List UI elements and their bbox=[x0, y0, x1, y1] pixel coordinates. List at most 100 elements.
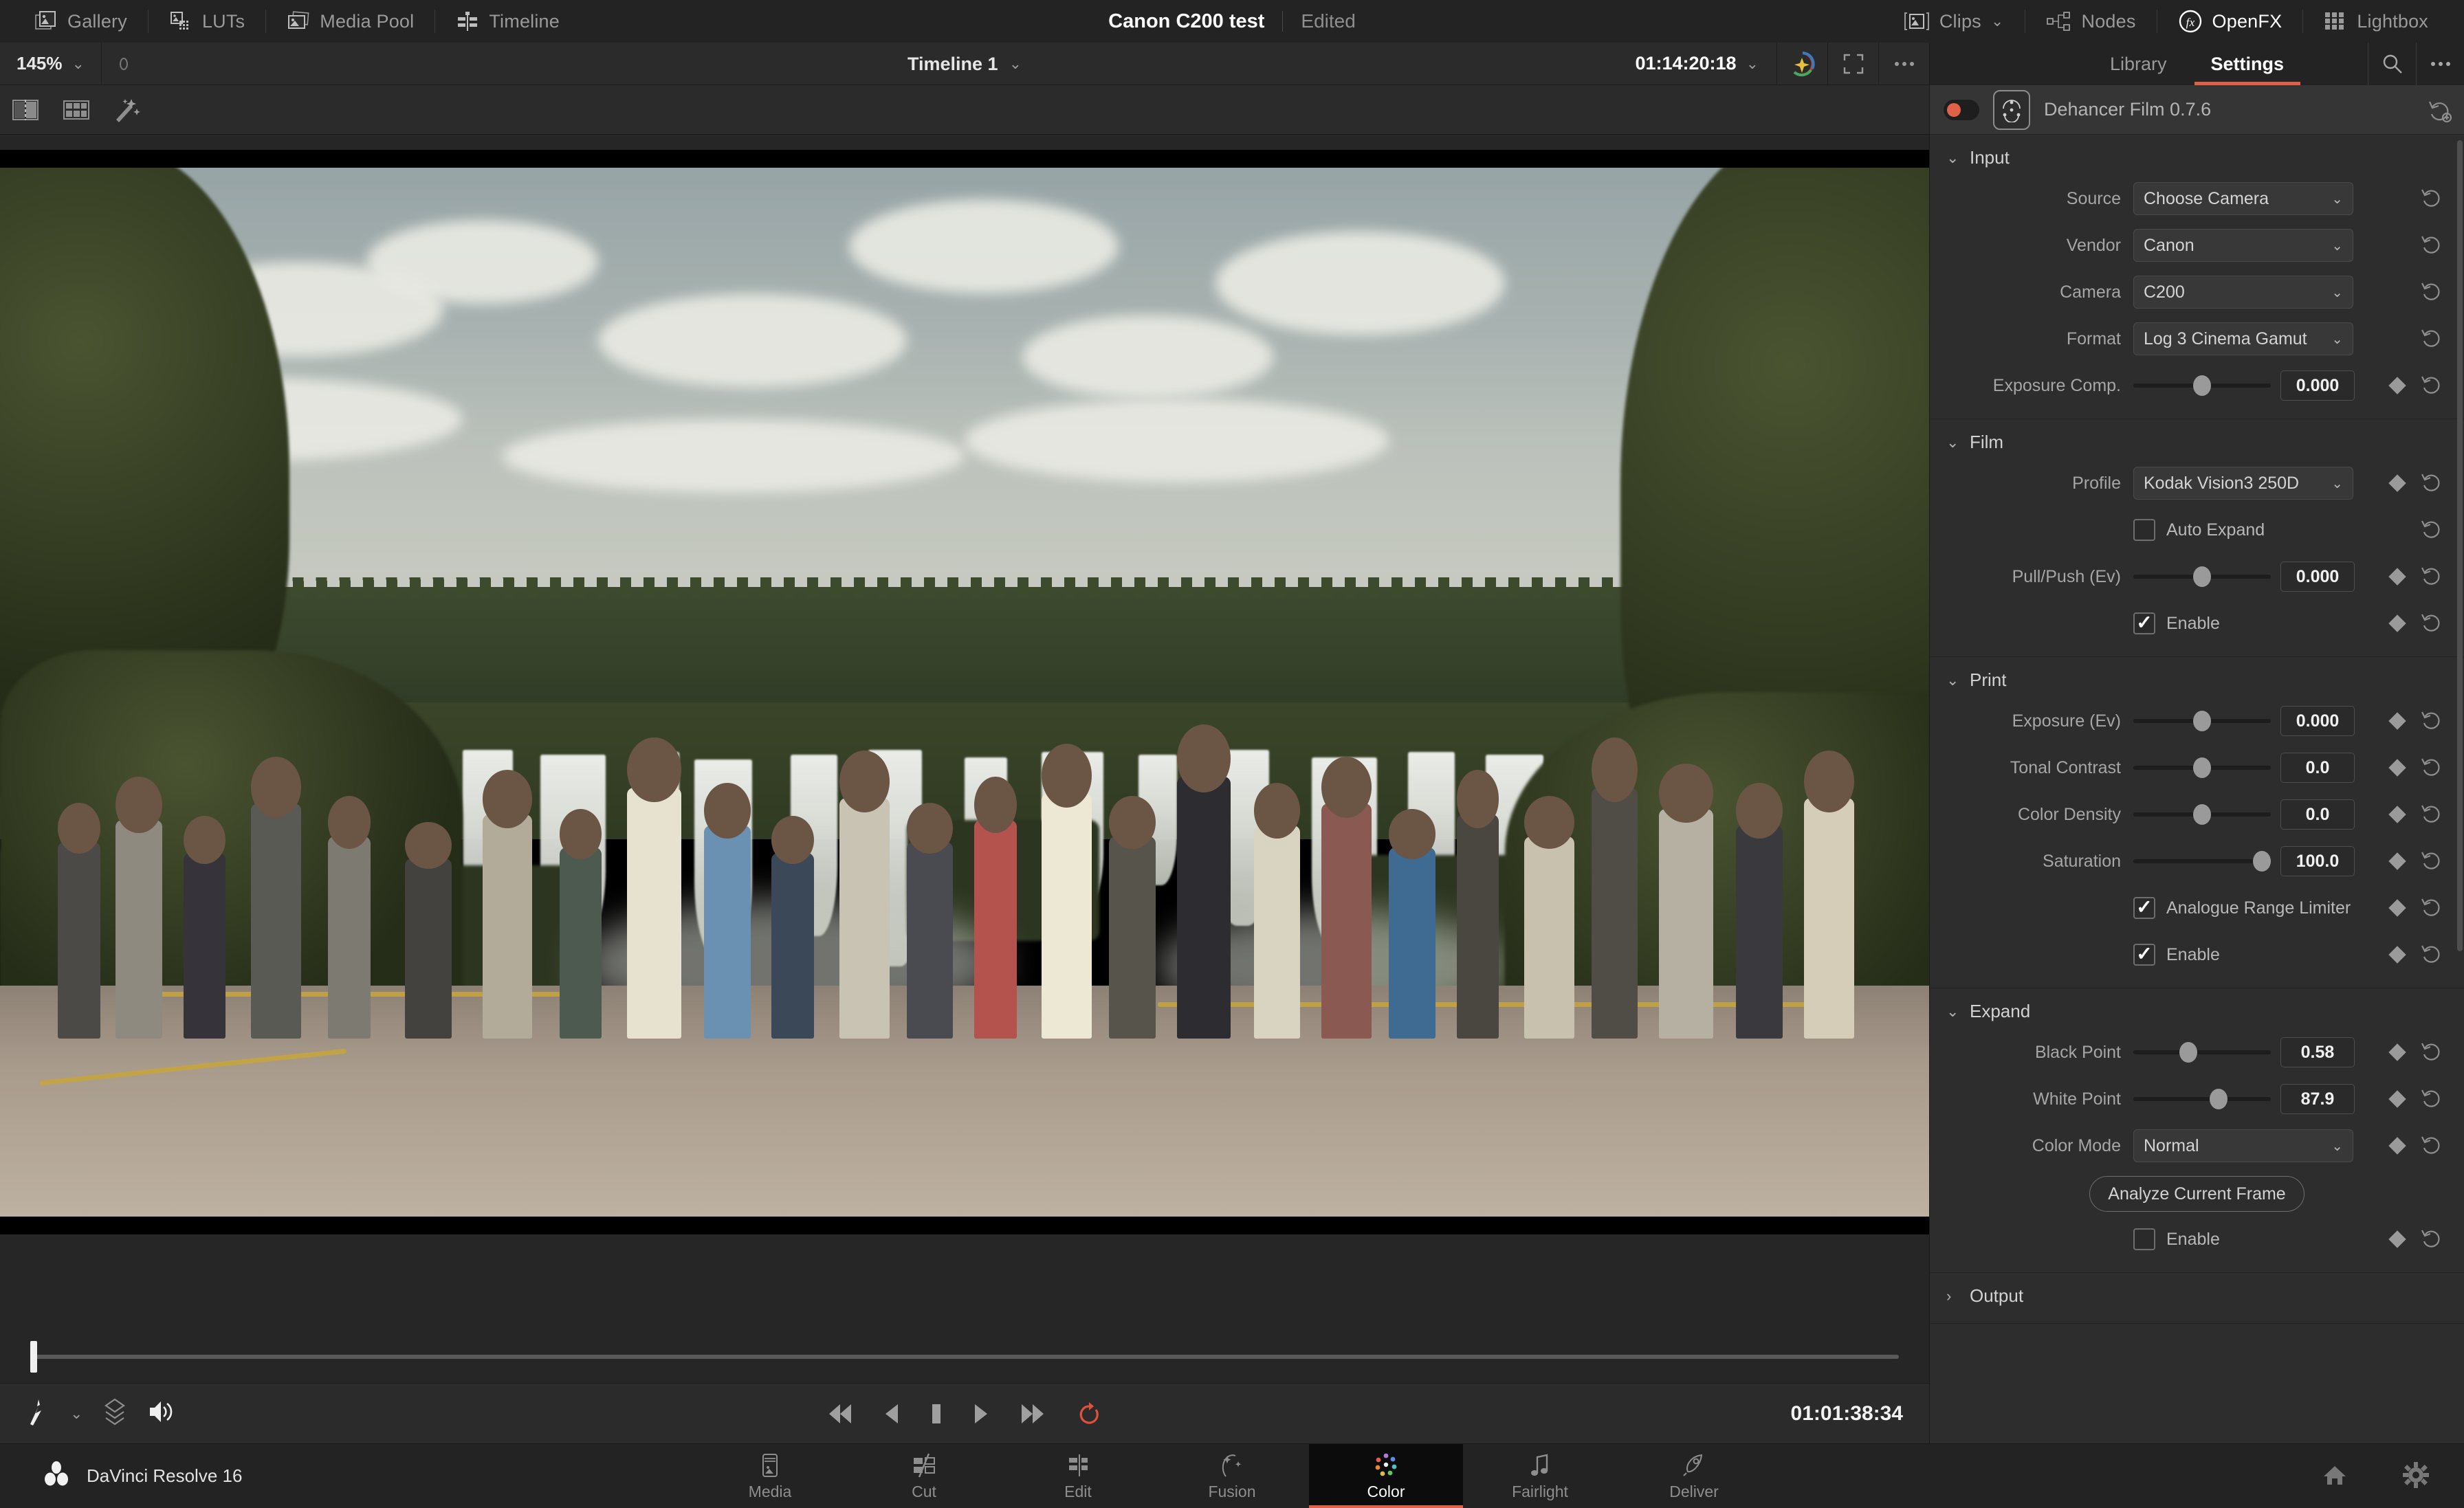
reset-all-icon[interactable] bbox=[2427, 98, 2452, 122]
keyframe-icon[interactable] bbox=[2388, 899, 2406, 917]
exposure-ev-slider[interactable] bbox=[2133, 705, 2271, 738]
reset-icon[interactable] bbox=[2420, 1134, 2443, 1157]
reset-icon[interactable] bbox=[2420, 374, 2443, 397]
expand-enable-checkbox[interactable] bbox=[2133, 1228, 2155, 1250]
reset-icon[interactable] bbox=[2420, 1228, 2443, 1251]
keyframe-icon[interactable] bbox=[2388, 377, 2406, 395]
analogue-range-limiter-checkbox[interactable] bbox=[2133, 897, 2155, 919]
section-header-film[interactable]: ⌄ Film bbox=[1930, 419, 2464, 460]
play-forward-button[interactable] bbox=[972, 1402, 990, 1426]
section-header-output[interactable]: › Output bbox=[1930, 1273, 2464, 1313]
color-density-value[interactable]: 0.0 bbox=[2280, 799, 2355, 830]
exposure-comp-value[interactable]: 0.000 bbox=[2280, 370, 2355, 401]
tonal-contrast-value[interactable]: 0.0 bbox=[2280, 753, 2355, 783]
reset-icon[interactable] bbox=[2420, 803, 2443, 826]
slider-knob[interactable] bbox=[2193, 375, 2211, 396]
keyframe-icon[interactable] bbox=[2388, 759, 2406, 777]
toolbar-item-timeline[interactable]: Timeline bbox=[435, 0, 580, 43]
grid-view-icon[interactable] bbox=[51, 85, 102, 135]
exposure-ev-value[interactable]: 0.000 bbox=[2280, 706, 2355, 736]
reset-icon[interactable] bbox=[2420, 709, 2443, 733]
keyframe-icon[interactable] bbox=[2388, 946, 2406, 964]
enhance-wand-icon[interactable] bbox=[102, 85, 153, 135]
auto-expand-checkbox[interactable] bbox=[2133, 519, 2155, 541]
fullscreen-icon[interactable] bbox=[1827, 42, 1878, 85]
loop-button[interactable] bbox=[1075, 1400, 1103, 1428]
keyframe-icon[interactable] bbox=[2388, 614, 2406, 632]
inspector-scroll-area[interactable]: ⌄ Input Source Choose Camera ⌄ Vendor Ca… bbox=[1930, 135, 2464, 1443]
tab-settings[interactable]: Settings bbox=[2189, 43, 2307, 85]
format-dropdown[interactable]: Log 3 Cinema Gamut ⌄ bbox=[2133, 322, 2353, 355]
playhead-handle[interactable] bbox=[30, 1341, 37, 1373]
more-options-icon[interactable] bbox=[2416, 43, 2464, 85]
inspector-scrollbar-thumb[interactable] bbox=[2457, 140, 2463, 951]
tab-library[interactable]: Library bbox=[2088, 43, 2189, 85]
toolbar-item-gallery[interactable]: Gallery bbox=[14, 0, 148, 43]
saturation-slider[interactable] bbox=[2133, 845, 2271, 878]
page-tab-cut[interactable]: Cut bbox=[847, 1444, 1001, 1508]
keyframe-icon[interactable] bbox=[2388, 712, 2406, 730]
slider-knob[interactable] bbox=[2193, 711, 2211, 731]
home-icon[interactable] bbox=[2321, 1462, 2348, 1492]
saturation-value[interactable]: 100.0 bbox=[2280, 846, 2355, 876]
source-timecode-display[interactable]: 01:14:20:18 ⌄ bbox=[1617, 43, 1776, 85]
page-tab-fusion[interactable]: Fusion bbox=[1155, 1444, 1309, 1508]
toolbar-item-openfx[interactable]: fx OpenFX bbox=[2157, 0, 2303, 43]
reset-icon[interactable] bbox=[2420, 612, 2443, 635]
page-tab-edit[interactable]: Edit bbox=[1001, 1444, 1155, 1508]
reset-icon[interactable] bbox=[2420, 518, 2443, 542]
toolbar-item-clips[interactable]: Clips ⌄ bbox=[1883, 0, 2025, 43]
scrubber-track[interactable] bbox=[30, 1341, 1899, 1373]
film-enable-checkbox[interactable] bbox=[2133, 612, 2155, 634]
pull-push-slider[interactable] bbox=[2133, 560, 2271, 593]
reset-icon[interactable] bbox=[2420, 565, 2443, 588]
plugin-enable-toggle[interactable] bbox=[1944, 99, 1979, 120]
slider-knob[interactable] bbox=[2193, 757, 2211, 778]
play-reverse-button[interactable] bbox=[883, 1402, 901, 1426]
black-point-value[interactable]: 0.58 bbox=[2280, 1037, 2355, 1067]
reset-icon[interactable] bbox=[2420, 1041, 2443, 1064]
toolbar-item-luts[interactable]: LUTs bbox=[148, 0, 265, 43]
zoom-control[interactable]: 145% ⌄ bbox=[0, 42, 102, 85]
section-header-input[interactable]: ⌄ Input bbox=[1930, 135, 2464, 175]
slider-knob[interactable] bbox=[2210, 1089, 2228, 1109]
toolbar-item-nodes[interactable]: Nodes bbox=[2025, 0, 2157, 43]
white-point-value[interactable]: 87.9 bbox=[2280, 1084, 2355, 1114]
keyframe-icon[interactable] bbox=[2388, 1230, 2406, 1248]
keyframe-icon[interactable] bbox=[2388, 474, 2406, 492]
black-point-slider[interactable] bbox=[2133, 1036, 2271, 1069]
skip-to-end-button[interactable] bbox=[1019, 1402, 1046, 1426]
color-density-slider[interactable] bbox=[2133, 798, 2271, 831]
stop-button[interactable] bbox=[930, 1402, 943, 1426]
profile-dropdown[interactable]: Kodak Vision3 250D ⌄ bbox=[2133, 467, 2353, 500]
color-wheel-icon[interactable] bbox=[1776, 42, 1827, 85]
keyframe-icon[interactable] bbox=[2388, 1137, 2406, 1155]
toolbar-item-lightbox[interactable]: Lightbox bbox=[2303, 0, 2449, 43]
slider-knob[interactable] bbox=[2253, 851, 2271, 872]
reset-icon[interactable] bbox=[2420, 1087, 2443, 1111]
print-enable-checkbox[interactable] bbox=[2133, 944, 2155, 966]
safe-area-button[interactable] bbox=[102, 43, 146, 85]
reset-icon[interactable] bbox=[2420, 472, 2443, 495]
page-tab-deliver[interactable]: Deliver bbox=[1617, 1444, 1771, 1508]
skip-to-start-button[interactable] bbox=[826, 1402, 854, 1426]
reset-icon[interactable] bbox=[2420, 850, 2443, 873]
keyframe-icon[interactable] bbox=[2388, 568, 2406, 586]
slider-knob[interactable] bbox=[2179, 1042, 2197, 1063]
toolbar-item-media-pool[interactable]: Media Pool bbox=[266, 0, 434, 43]
vendor-dropdown[interactable]: Canon ⌄ bbox=[2133, 229, 2353, 262]
slider-knob[interactable] bbox=[2193, 566, 2211, 587]
white-point-slider[interactable] bbox=[2133, 1083, 2271, 1116]
page-tab-media[interactable]: Media bbox=[693, 1444, 847, 1508]
page-tab-fairlight[interactable]: Fairlight bbox=[1463, 1444, 1617, 1508]
reset-icon[interactable] bbox=[2420, 327, 2443, 351]
slider-knob[interactable] bbox=[2193, 804, 2211, 825]
reset-icon[interactable] bbox=[2420, 234, 2443, 257]
pull-push-value[interactable]: 0.000 bbox=[2280, 562, 2355, 592]
reset-icon[interactable] bbox=[2420, 756, 2443, 779]
reset-icon[interactable] bbox=[2420, 943, 2443, 966]
page-tab-color[interactable]: Color bbox=[1309, 1444, 1463, 1508]
keyframe-icon[interactable] bbox=[2388, 1090, 2406, 1108]
color-mode-dropdown[interactable]: Normal ⌄ bbox=[2133, 1129, 2353, 1162]
camera-dropdown[interactable]: C200 ⌄ bbox=[2133, 276, 2353, 309]
